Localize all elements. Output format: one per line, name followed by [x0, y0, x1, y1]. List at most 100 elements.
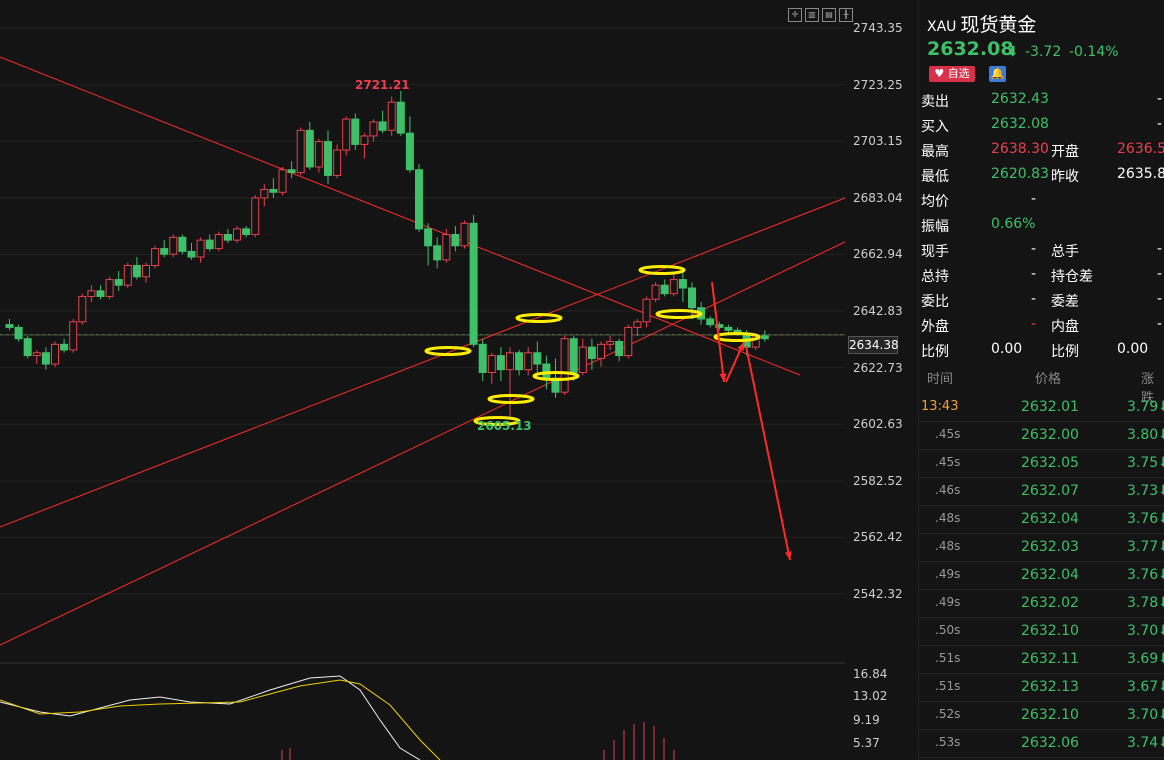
indicator-line-yellow	[0, 679, 441, 760]
indicator-tick-label: 5.37	[853, 736, 880, 750]
last-price: 2632.08	[927, 38, 1014, 60]
candle-body	[496, 355, 505, 371]
heart-icon: ♥	[934, 67, 945, 80]
tick-price: 2632.00	[1021, 427, 1079, 443]
crosshair-icon[interactable]: ✛	[788, 8, 802, 22]
price-tick-label: 2662.94	[853, 247, 903, 262]
quote-label: 比例	[1051, 344, 1079, 360]
tick-change: 3.70⬇	[1127, 707, 1164, 723]
tick-change: 3.73⬇	[1127, 483, 1164, 499]
candle-body	[433, 245, 442, 261]
candle-body	[23, 338, 32, 357]
tick-row[interactable]: .51s 2632.13 3.67⬇	[919, 673, 1164, 702]
quote-value: -	[1031, 241, 1037, 257]
candle-body	[533, 352, 542, 365]
candle-body	[69, 321, 78, 351]
candle-body	[342, 118, 351, 151]
candle-body	[196, 239, 205, 258]
tick-price: 2632.11	[1021, 651, 1079, 667]
candle-body	[369, 121, 378, 137]
price-tick-label: 2542.32	[853, 587, 903, 601]
candle-body	[360, 135, 369, 145]
tick-row[interactable]: .52s 2632.10 3.70⬇	[919, 701, 1164, 730]
candle-body	[278, 169, 287, 193]
instrument-title: XAU 现货黄金	[927, 14, 1037, 36]
quote-value: 2638.30	[991, 141, 1049, 157]
tick-time: .49s	[935, 567, 961, 581]
candle-body	[624, 326, 633, 357]
alert-bell-button[interactable]: 🔔	[989, 66, 1006, 82]
quote-value: -	[1157, 316, 1163, 332]
low-price-label: 2605.13	[477, 419, 532, 433]
price-tick-label: 2683.04	[853, 190, 903, 205]
candle-body	[333, 149, 342, 176]
quote-label: 振幅	[921, 219, 949, 235]
tick-row[interactable]: .46s 2632.07 3.73⬇	[919, 477, 1164, 506]
candle-body	[506, 352, 514, 371]
candle-body	[615, 341, 624, 357]
candle-body	[60, 343, 69, 351]
candle-body	[578, 346, 587, 373]
tick-time: .46s	[935, 483, 961, 497]
tick-change: 3.79⬇	[1127, 399, 1164, 415]
quote-value: -	[1031, 266, 1037, 282]
quote-value: 0.00	[1117, 341, 1149, 357]
tick-price: 2632.04	[1021, 511, 1079, 527]
tick-change: 3.69⬇	[1127, 651, 1164, 667]
tick-change: 3.74⬇	[1127, 735, 1164, 751]
tick-row[interactable]: .49s 2632.02 3.78⬇	[919, 589, 1164, 618]
candle-body	[442, 234, 451, 261]
tick-row[interactable]: .45s 2632.05 3.75⬇	[919, 449, 1164, 478]
tick-price: 2632.04	[1021, 567, 1079, 583]
candle-body	[524, 352, 533, 371]
tick-change: 3.75⬇	[1127, 455, 1164, 471]
quote-value: -	[1157, 291, 1163, 307]
add-favorite-button[interactable]: ♥ 自选	[929, 66, 975, 82]
quote-label: 内盘	[1051, 319, 1079, 335]
candle-body	[387, 101, 396, 131]
candle-body	[760, 335, 769, 340]
tick-price: 2632.01	[1021, 399, 1079, 415]
candle-body	[351, 118, 360, 145]
high-price-label: 2721.21	[355, 78, 410, 92]
tick-time: .45s	[935, 427, 961, 441]
candle-body	[724, 326, 733, 331]
candle-body	[569, 338, 578, 373]
candle-body	[123, 264, 132, 286]
tick-header-time: 时间	[927, 372, 954, 387]
tick-change: 3.67⬇	[1127, 679, 1164, 695]
tick-row[interactable]: .48s 2632.03 3.77⬇	[919, 533, 1164, 562]
indicator-line-white	[0, 675, 421, 760]
tick-row[interactable]: .50s 2632.10 3.70⬇	[919, 617, 1164, 646]
quote-label: 持仓差	[1051, 269, 1093, 285]
bar-chart-icon[interactable]: ▥	[805, 8, 819, 22]
tick-change: 3.77⬇	[1127, 539, 1164, 555]
tick-row[interactable]: 13:43 2632.01 3.79⬇	[919, 393, 1164, 422]
quote-value: -	[1157, 241, 1163, 257]
price-tick-label: 2723.25	[853, 77, 903, 92]
candle-body	[633, 321, 642, 328]
highlight-marker	[515, 313, 563, 323]
tick-row[interactable]: .49s 2632.04 3.76⬇	[919, 561, 1164, 590]
tick-row[interactable]: .48s 2632.04 3.76⬇	[919, 505, 1164, 534]
tick-row[interactable]: .45s 2632.00 3.80⬇	[919, 421, 1164, 450]
down-arrow	[711, 281, 725, 383]
candlestick-chart[interactable]	[0, 0, 920, 760]
tick-change: 3.76⬇	[1127, 511, 1164, 527]
quote-value: -	[1157, 116, 1163, 132]
candle-body	[660, 284, 669, 295]
quote-label: 昨收	[1051, 169, 1079, 185]
tick-row[interactable]: .51s 2632.11 3.69⬇	[919, 645, 1164, 674]
candle-body	[542, 363, 551, 379]
candle-chart-icon[interactable]: ▤	[822, 8, 836, 22]
tick-row[interactable]: .53s 2632.06 3.74⬇	[919, 729, 1164, 758]
tick-price: 2632.10	[1021, 623, 1079, 639]
ohlc-chart-icon[interactable]: ╫	[839, 8, 853, 22]
tick-header-price: 价格	[1035, 372, 1062, 387]
tick-time: .52s	[935, 707, 961, 721]
price-change: -3.72	[1025, 44, 1062, 60]
candle-body	[14, 326, 23, 340]
quote-value: 2635.80	[1117, 166, 1164, 182]
quote-value: -	[1031, 291, 1037, 307]
candle-body	[41, 352, 50, 365]
